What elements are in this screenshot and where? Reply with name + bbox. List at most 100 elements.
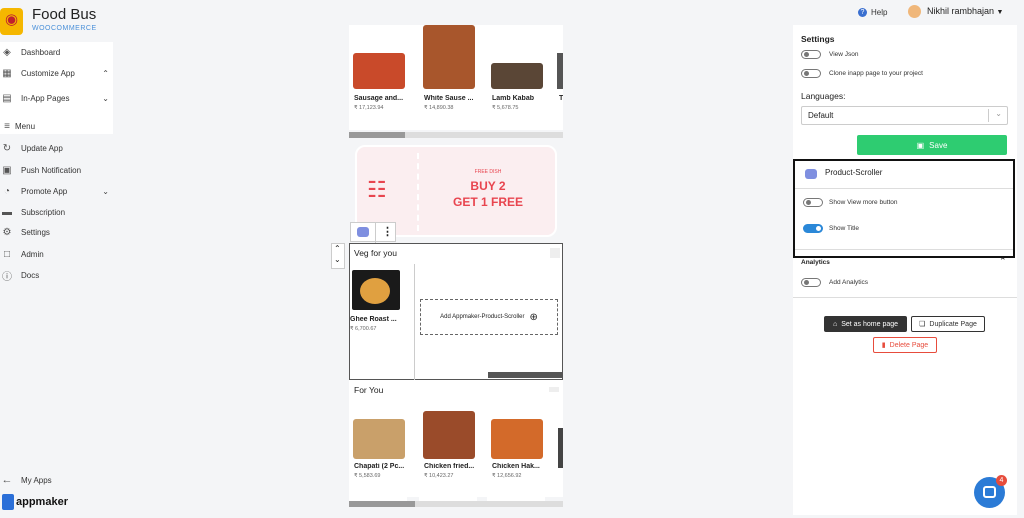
product-card[interactable]: Lamb Kabab ₹ 5,678.75 — [487, 25, 545, 125]
product-card[interactable]: Chapati (2 Pc... ₹ 5,583.69 — [349, 405, 407, 505]
arrow-left-icon: ← — [1, 474, 13, 486]
banner-small-text: FREE DISH — [474, 169, 502, 175]
selected-product-scroller[interactable]: Veg for you Ghee Roast ... ₹ 6,700.67 Ad… — [349, 243, 563, 380]
add-product-scroller-button[interactable]: Add Appmaker-Product-Scroller ⊕ — [420, 299, 558, 335]
sidebar-item-label: Settings — [21, 227, 50, 237]
brand[interactable]: ◉ Food Bus WOOCOMMERCE — [0, 6, 113, 40]
pie-icon: ◔ — [3, 185, 11, 197]
product-card[interactable]: Ghee Roast ... ₹ 6,700.67 — [350, 264, 410, 348]
sidebar-item-dashboard[interactable]: ◈ Dashboard — [0, 41, 113, 63]
clone-label: Clone inapp page to your project — [829, 70, 923, 77]
sidebar-item-label: Menu — [15, 121, 36, 131]
chevron-up-icon[interactable]: ⌃ — [334, 244, 341, 253]
block-type-icon[interactable] — [357, 227, 369, 237]
help-link[interactable]: ? Help — [858, 8, 888, 18]
delete-page-button[interactable]: ▮ Delete Page — [873, 337, 937, 353]
product-row-bottom: For You Chapati (2 Pc... ₹ 5,583.69 Chic… — [349, 380, 563, 505]
product-price: ₹ 10,423.27 — [424, 473, 454, 479]
block-name: Product-Scroller — [825, 168, 883, 177]
product-name: Sausage and... — [354, 95, 404, 102]
add-block-label: Add Appmaker-Product-Scroller — [440, 314, 525, 320]
product-card[interactable]: Chicken fried... ₹ 10,423.27 — [419, 405, 477, 505]
user-name: Nikhil rambhajan — [927, 5, 995, 16]
horizontal-scrollbar[interactable] — [349, 501, 563, 507]
view-json-toggle[interactable] — [801, 50, 821, 59]
product-image — [423, 411, 475, 459]
block-type-icon — [805, 169, 817, 179]
help-label: Help — [871, 8, 888, 17]
burger-icon: ☷ — [367, 177, 387, 202]
home-icon: ⌂ — [832, 320, 838, 328]
notification-icon: ▣ — [2, 164, 12, 176]
show-title-toggle[interactable] — [803, 224, 823, 233]
sidebar-item-customize-app[interactable]: ▦ Customize App ⌃ — [0, 62, 113, 84]
sidebar-item-in-app-pages[interactable]: ▤ In-App Pages ⌄ — [0, 87, 113, 109]
card-icon: ▬ — [2, 206, 12, 218]
clone-toggle[interactable] — [801, 69, 821, 78]
chevron-down-icon[interactable]: ⌄ — [334, 255, 341, 264]
appmaker-logo: appmaker — [2, 493, 68, 511]
more-vertical-icon[interactable]: ⋮ — [382, 225, 393, 238]
sidebar-item-admin[interactable]: □ Admin — [0, 243, 113, 265]
product-name: Lamb Kabab — [492, 95, 535, 102]
chat-launcher[interactable]: 4 — [974, 475, 1007, 508]
product-card[interactable]: Chicken Hak... ₹ 12,656.92 — [487, 405, 545, 505]
block-corner — [550, 248, 560, 258]
my-apps-link[interactable]: ← My Apps — [0, 469, 113, 491]
save-label: Save — [929, 140, 948, 150]
chat-icon — [983, 486, 996, 498]
product-name: Chapati (2 Pc... — [354, 463, 405, 470]
product-price: ₹ 6,700.67 — [350, 326, 377, 332]
sidebar-item-docs[interactable]: ⓘ Docs — [0, 264, 113, 286]
analytics-heading: Analytics — [801, 259, 830, 266]
product-name: Chicken fried... — [424, 463, 475, 470]
banner-line1: BUY 2 — [470, 179, 506, 193]
scroll-thumb[interactable] — [349, 501, 415, 507]
language-select[interactable]: Default ⌄ — [801, 106, 1008, 125]
my-apps-label: My Apps — [21, 475, 52, 485]
show-view-more-toggle[interactable] — [803, 198, 823, 207]
move-block-control: ⌃ ⌄ — [331, 243, 345, 269]
sidebar-item-promote-app[interactable]: ◔ Promote App ⌄ — [0, 180, 113, 202]
block-toolbar: ⋮ — [350, 222, 396, 243]
add-analytics-toggle[interactable] — [801, 278, 821, 287]
save-button[interactable]: ▣ Save — [857, 135, 1007, 155]
block-title: Veg for you — [354, 248, 398, 258]
caret-down-icon: ▼ — [996, 8, 1004, 16]
block-settings-box: Product-Scroller Show View more button S… — [793, 159, 1015, 258]
duplicate-label: Duplicate Page — [929, 320, 977, 328]
user-menu[interactable]: Nikhil rambhajan ▼ — [908, 5, 1003, 18]
settings-title: Settings — [801, 34, 835, 44]
bookmark-icon: □ — [3, 248, 11, 260]
chat-badge: 4 — [996, 475, 1007, 486]
trash-icon: ▮ — [881, 342, 886, 349]
pages-icon: ▤ — [2, 92, 12, 104]
sidebar-item-update-app[interactable]: ↻ Update App — [0, 137, 113, 159]
grid-icon: ▦ — [2, 67, 12, 79]
view-json-label: View Json — [829, 51, 859, 58]
chevron-up-icon[interactable]: ⌃ — [999, 256, 1007, 267]
sidebar-item-label: Update App — [21, 143, 63, 153]
plus-circle-icon: ⊕ — [529, 311, 538, 323]
set-home-page-button[interactable]: ⌂ Set as home page — [824, 316, 907, 332]
sidebar-item-push-notification[interactable]: ▣ Push Notification — [0, 159, 113, 181]
sidebar-item-subscription[interactable]: ▬ Subscription — [0, 201, 113, 223]
sidebar-item-label: In-App Pages — [21, 93, 70, 103]
sidebar-item-label: Push Notification — [21, 165, 82, 175]
scroll-thumb[interactable] — [488, 372, 563, 378]
sidebar-item-menu[interactable]: ≡ Menu — [0, 115, 113, 137]
sidebar-item-settings[interactable]: ⚙ Settings — [0, 221, 113, 243]
show-view-more-label: Show View more button — [829, 199, 898, 206]
product-card[interactable]: Sausage and... ₹ 17,123.94 — [349, 25, 407, 125]
product-name: White Sause ... — [424, 95, 474, 102]
horizontal-scrollbar[interactable] — [349, 132, 563, 138]
settings-panel: Settings View Json Clone inapp page to y… — [793, 25, 1017, 515]
product-card[interactable]: White Sause ... ₹ 14,890.38 — [419, 25, 477, 125]
brand-subtitle: WOOCOMMERCE — [32, 25, 97, 32]
product-image — [423, 25, 475, 89]
scroll-thumb[interactable] — [349, 132, 405, 138]
duplicate-page-button[interactable]: ❏ Duplicate Page — [911, 316, 985, 332]
product-image — [557, 53, 563, 89]
product-price: ₹ 14,890.38 — [424, 105, 454, 111]
product-row-top: Sausage and... ₹ 17,123.94 White Sause .… — [349, 25, 563, 130]
